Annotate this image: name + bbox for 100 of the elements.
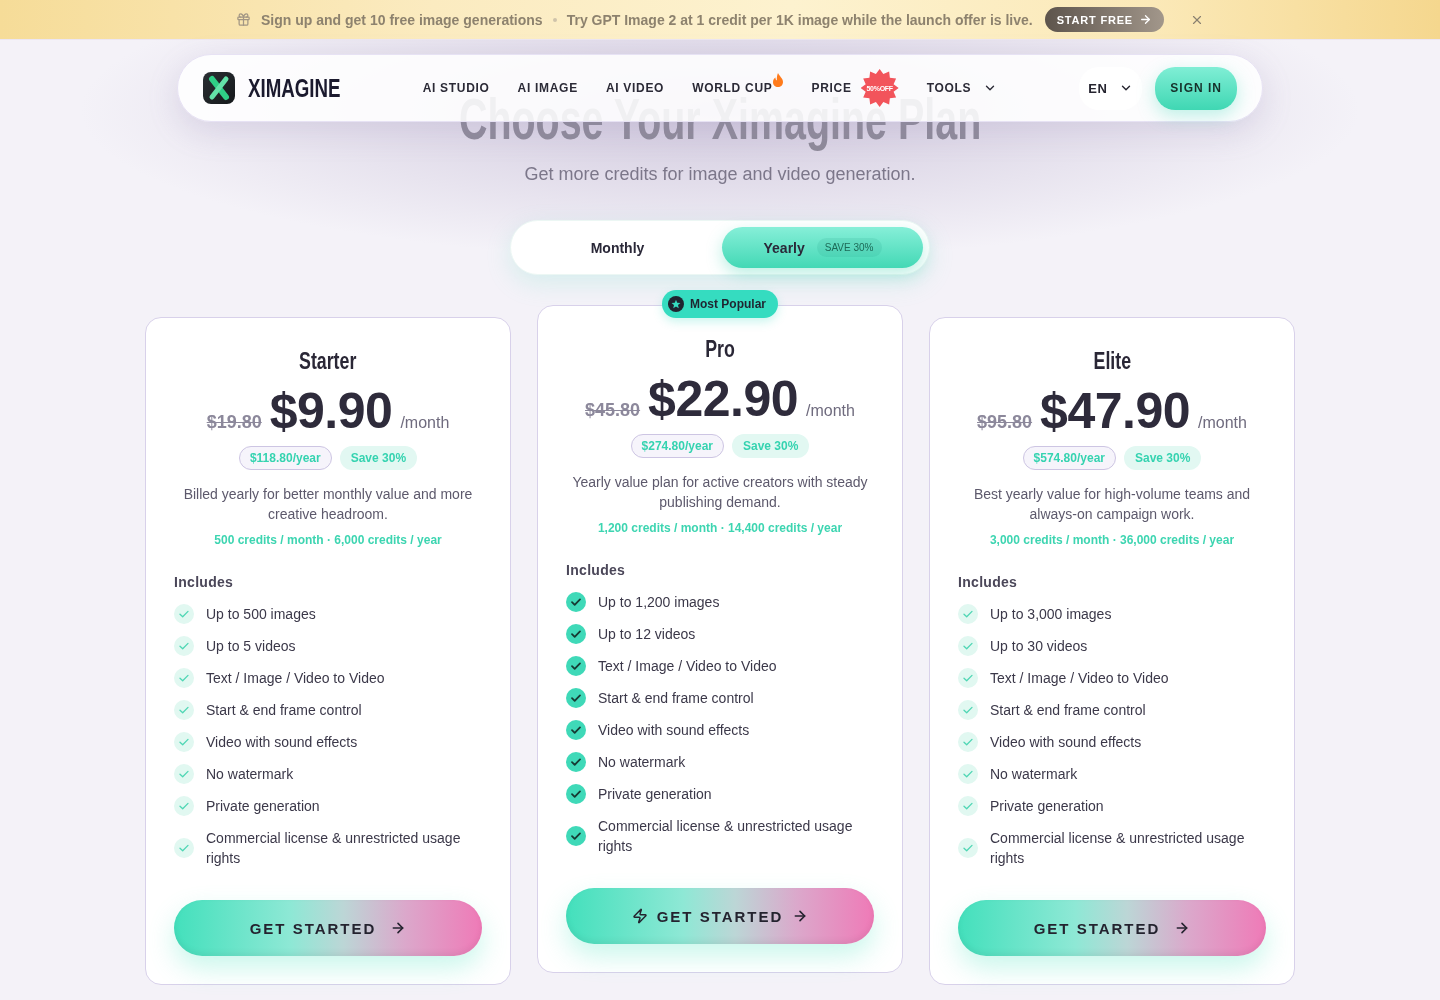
yearly-price-pill: $118.80/year xyxy=(238,446,332,470)
brand-name[interactable]: XIMAGINE xyxy=(248,72,341,104)
feature-text: Private generation xyxy=(206,797,320,816)
savings-pill: Save 30% xyxy=(732,434,810,458)
star-icon xyxy=(668,296,684,312)
includes-heading: Includes xyxy=(958,573,1019,592)
yearly-price-pill: $574.80/year xyxy=(1022,446,1116,470)
check-icon xyxy=(566,688,586,708)
check-icon xyxy=(174,764,194,784)
feature-text: Up to 5 videos xyxy=(206,637,296,656)
yearly-price-pill: $274.80/year xyxy=(630,434,724,458)
check-icon xyxy=(958,668,978,688)
feature-text: Up to 500 images xyxy=(206,605,316,624)
check-icon xyxy=(566,752,586,772)
nav-link[interactable]: TOOLS xyxy=(926,69,998,107)
page-subtitle: Get more credits for image and video generation. xyxy=(524,163,916,186)
check-icon xyxy=(566,624,586,644)
check-icon xyxy=(958,636,978,656)
save-badge: SAVE 30% xyxy=(816,238,882,257)
nav-link[interactable]: AI IMAGE xyxy=(517,69,578,107)
check-icon xyxy=(958,796,978,816)
feature-text: Text / Image / Video to Video xyxy=(990,669,1169,688)
plan-name: Pro xyxy=(705,334,735,364)
old-price: $45.80 xyxy=(585,400,641,421)
check-icon xyxy=(174,604,194,624)
plan-description: Best yearly value for high-volume teams and always-on campaign work. xyxy=(972,485,1252,524)
start-free-button[interactable]: START FREE xyxy=(1044,7,1164,32)
check-icon xyxy=(958,700,978,720)
plan-description: Yearly value plan for active creators with steady publishing demand. xyxy=(571,473,869,512)
price: $9.90 xyxy=(269,382,393,440)
get-started-button[interactable]: GET STARTED xyxy=(566,888,874,944)
check-icon xyxy=(566,656,586,676)
feature-text: Up to 3,000 images xyxy=(990,605,1112,624)
savings-pill: Save 30% xyxy=(1124,446,1202,470)
includes-heading: Includes xyxy=(566,561,627,580)
announcement-text: Sign up and get 10 free image generations xyxy=(261,11,543,28)
price: $47.90 xyxy=(1040,382,1191,440)
popular-label: Most Popular xyxy=(690,297,766,311)
check-icon xyxy=(174,668,194,688)
plan-name: Starter xyxy=(299,346,357,376)
sign-in-button[interactable]: SIGN IN xyxy=(1155,66,1237,110)
announcement-text: Try GPT Image 2 at 1 credit per 1K image while the launch offer is live. xyxy=(566,11,1033,28)
feature-text: Up to 30 videos xyxy=(990,637,1088,656)
check-icon xyxy=(566,592,586,612)
check-icon xyxy=(174,732,194,752)
feature-text: No watermark xyxy=(598,753,686,772)
feature-text: No watermark xyxy=(206,765,294,784)
check-icon xyxy=(174,636,194,656)
lightning-icon xyxy=(631,908,648,924)
feature-text: Commercial license & unrestricted usage rights xyxy=(598,817,854,856)
check-icon xyxy=(958,838,978,858)
get-started-button[interactable]: GET STARTED xyxy=(958,900,1266,956)
check-icon xyxy=(566,720,586,740)
feature-text: No watermark xyxy=(990,765,1078,784)
gift-icon xyxy=(236,12,252,27)
feature-text: Up to 1,200 images xyxy=(598,593,720,612)
billing-tab[interactable]: Yearly SAVE 30% xyxy=(722,227,923,268)
check-icon xyxy=(566,784,586,804)
feature-text: Commercial license & unrestricted usage rights xyxy=(206,829,462,868)
feature-text: Video with sound effects xyxy=(990,733,1142,752)
old-price: $19.80 xyxy=(206,412,262,433)
feature-text: Text / Image / Video to Video xyxy=(206,669,385,688)
check-icon xyxy=(958,764,978,784)
plan-description: Billed yearly for better monthly value and more creative headroom. xyxy=(182,485,474,524)
check-icon xyxy=(174,796,194,816)
credits-info: 500 credits / month · 6,000 credits / year xyxy=(214,532,442,548)
old-price: $95.80 xyxy=(977,412,1033,433)
price-period: /month xyxy=(1198,414,1247,432)
feature-text: Private generation xyxy=(990,797,1104,816)
check-icon xyxy=(174,838,194,858)
includes-heading: Includes xyxy=(174,573,235,592)
check-icon xyxy=(958,732,978,752)
savings-pill: Save 30% xyxy=(339,446,418,470)
get-started-button[interactable]: GET STARTED xyxy=(174,900,482,956)
feature-text: Text / Image / Video to Video xyxy=(598,657,777,676)
price-period: /month xyxy=(400,414,450,432)
feature-text: Video with sound effects xyxy=(206,733,358,752)
feature-text: Up to 12 videos xyxy=(598,625,696,644)
nav-link[interactable]: AI VIDEO xyxy=(605,69,665,107)
plan-name: Elite xyxy=(1093,346,1131,376)
nav-link[interactable]: AI STUDIO xyxy=(422,69,490,107)
feature-text: Private generation xyxy=(598,785,712,804)
logo-icon[interactable] xyxy=(203,72,235,104)
check-icon xyxy=(174,700,194,720)
feature-text: Start & end frame control xyxy=(206,701,362,720)
feature-text: Video with sound effects xyxy=(598,721,750,740)
feature-text: Commercial license & unrestricted usage rights xyxy=(990,829,1246,868)
flame-icon xyxy=(773,73,784,87)
feature-text: Start & end frame control xyxy=(990,701,1146,720)
feature-text: Start & end frame control xyxy=(598,689,754,708)
arrow-right-icon xyxy=(1138,13,1152,26)
billing-tab[interactable]: Monthly xyxy=(517,227,718,268)
price-period: /month xyxy=(806,402,855,420)
dot-icon xyxy=(552,17,557,22)
check-icon xyxy=(566,826,586,846)
credits-info: 1,200 credits / month · 14,400 credits / year xyxy=(597,520,843,536)
nav-link[interactable]: WORLD CUP xyxy=(692,69,784,107)
check-icon xyxy=(958,604,978,624)
credits-info: 3,000 credits / month · 36,000 credits / year xyxy=(989,532,1235,548)
price: $22.90 xyxy=(648,370,799,428)
